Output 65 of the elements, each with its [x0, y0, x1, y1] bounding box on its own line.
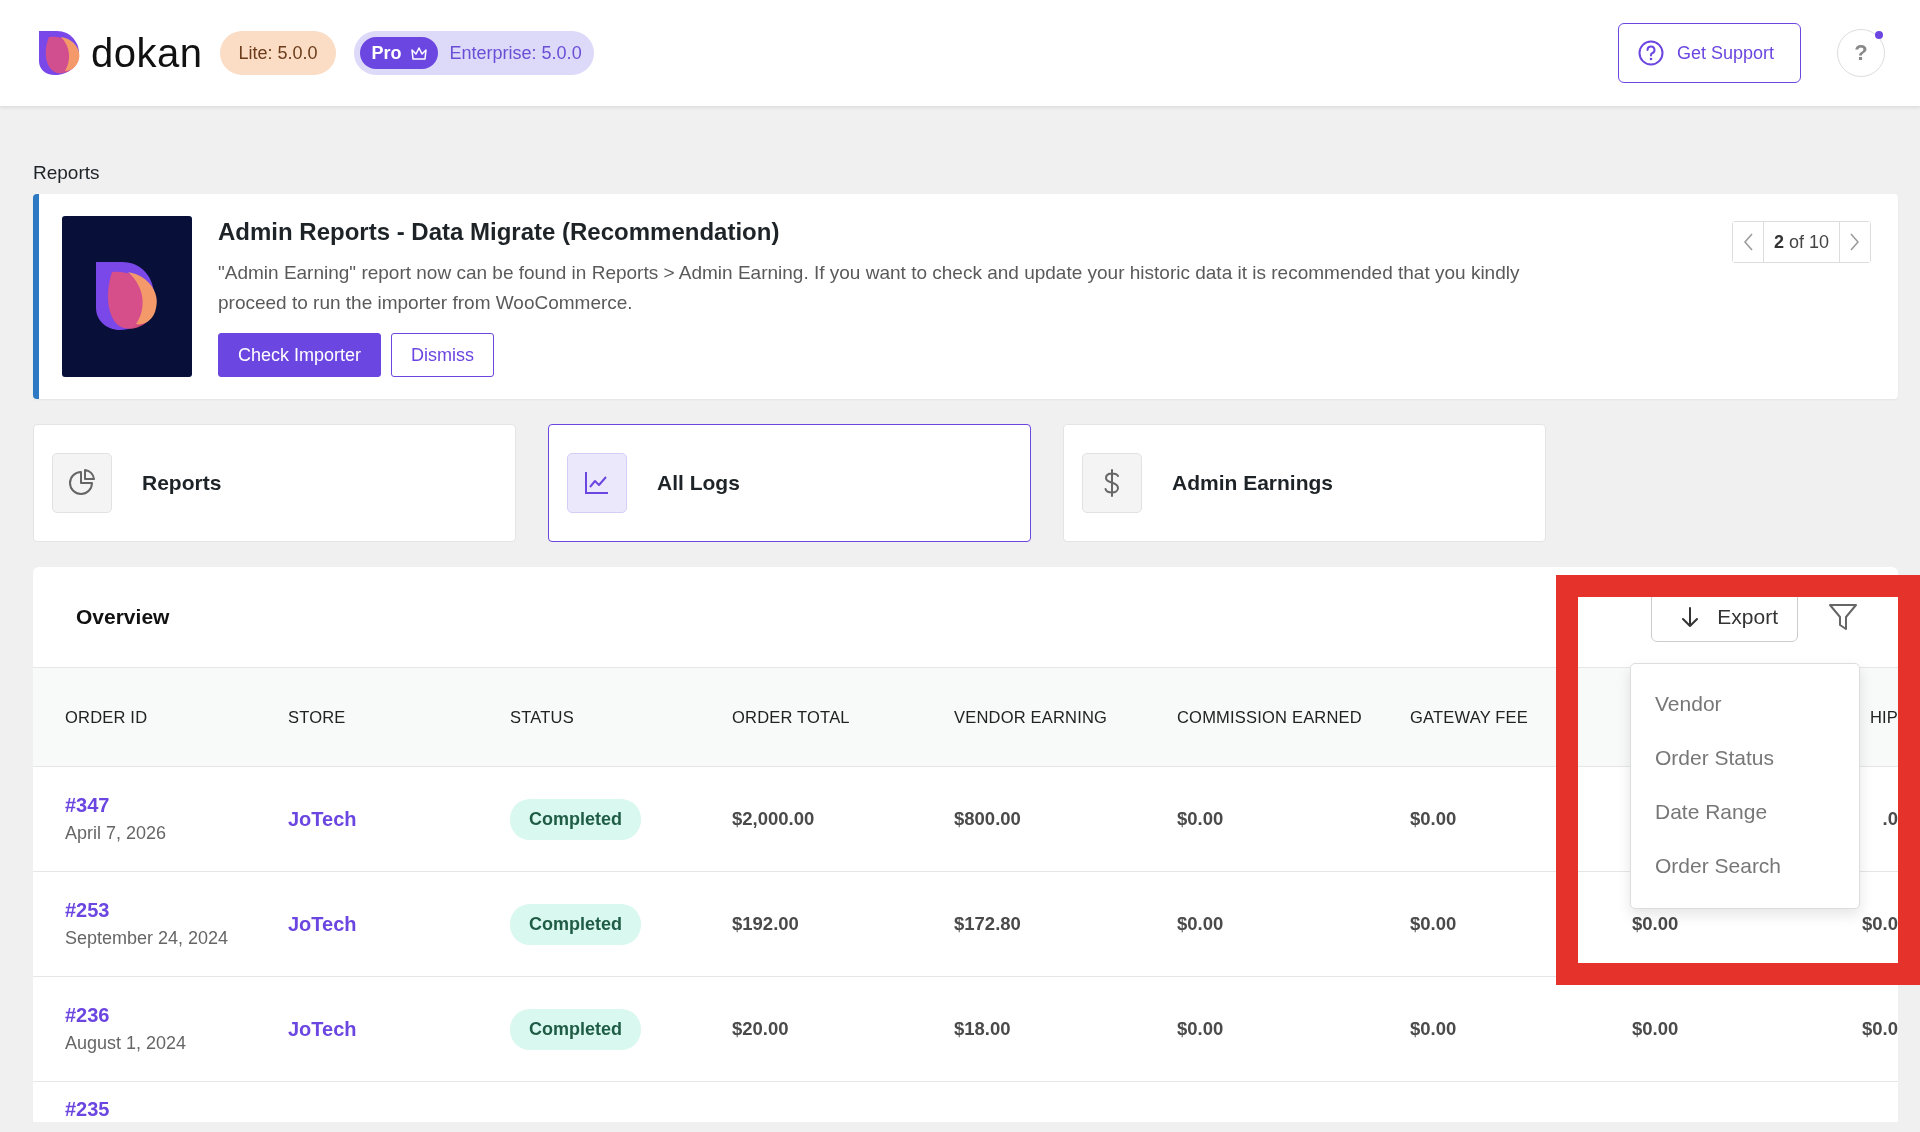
notice-title: Admin Reports - Data Migrate (Recommendation): [218, 218, 781, 246]
table-cell: $0.00: [1410, 913, 1457, 934]
order-date: September 24, 2024: [65, 928, 230, 949]
table-cell: $0.0: [1862, 1018, 1898, 1039]
table-cell: $800.00: [954, 808, 1021, 829]
table-cell: $0.00: [1632, 1018, 1679, 1039]
help-chat-icon: [1636, 39, 1665, 67]
menu-item[interactable]: Order Status: [1631, 732, 1859, 786]
notice-message: "Admin Earning" report now can be found in Reports > Admin Earning. If you want to check and update your historic data it is recommended that you kindly proceed to run the importer from WooCommerce.: [218, 261, 1521, 315]
column-header: GATEWAY FEE: [1410, 707, 1530, 727]
column-header: ORDER TOTAL: [732, 707, 851, 727]
pie-chart-icon: [67, 468, 97, 498]
order-link[interactable]: #347: [65, 794, 288, 817]
filter-icon: [1828, 602, 1858, 632]
table-cell: $192.00: [732, 913, 799, 934]
table-cell: $0.00: [1177, 1018, 1224, 1039]
column-header: VENDOR EARNING: [954, 707, 1109, 727]
edition-label: Enterprise: 5.0.0: [449, 42, 582, 64]
column-header: COMMISSION EARNED: [1177, 707, 1363, 727]
table-cell: $0.00: [1177, 913, 1224, 934]
store-link[interactable]: JoTech: [288, 1017, 357, 1040]
chevron-right-icon: [1849, 232, 1861, 252]
status-badge: Completed: [510, 1008, 641, 1050]
report-tab[interactable]: All Logs: [548, 424, 1031, 542]
table-cell: $0.00: [1632, 913, 1679, 934]
chevron-left-icon: [1741, 232, 1754, 252]
table-cell: $2,000.00: [732, 808, 815, 829]
page-title: Reports: [33, 162, 101, 184]
store-link[interactable]: JoTech: [288, 807, 357, 830]
order-date: August 1, 2024: [65, 1033, 188, 1054]
order-link[interactable]: #253: [65, 899, 288, 922]
table-cell: $0.00: [1177, 808, 1224, 829]
table-cell: .0: [1882, 808, 1898, 829]
table-cell: $0.0: [1862, 913, 1898, 934]
filter-button[interactable]: [1828, 602, 1858, 632]
check-importer-button[interactable]: Check Importer: [218, 333, 382, 377]
column-header: ORDER ID: [65, 707, 149, 727]
column-header: STATUS: [510, 707, 575, 727]
column-header: HIP: [1868, 707, 1898, 727]
order-link[interactable]: #235: [65, 1098, 288, 1121]
menu-item[interactable]: Date Range: [1631, 786, 1859, 840]
store-link[interactable]: JoTech: [288, 912, 357, 935]
crown-icon: [409, 45, 428, 61]
section-title: Overview: [76, 605, 171, 629]
support-button[interactable]: Get Support: [1617, 23, 1801, 83]
order-date: April 7, 2026: [65, 823, 168, 844]
order-link[interactable]: #236: [65, 1004, 288, 1027]
version-badge: Lite: 5.0.0: [220, 31, 336, 75]
menu-item[interactable]: Vendor: [1631, 678, 1859, 732]
report-tab[interactable]: Admin Earnings: [1063, 424, 1546, 542]
logo-text: dokan: [91, 30, 203, 76]
table-cell: $20.00: [732, 1018, 789, 1039]
menu-item[interactable]: Order Search: [1631, 840, 1859, 894]
status-badge: Completed: [510, 903, 641, 945]
table-cell: $0.00: [1410, 1018, 1457, 1039]
arrow-down-icon: [1681, 606, 1700, 628]
column-header: STORE: [288, 707, 347, 727]
report-tab[interactable]: Reports: [33, 424, 516, 542]
table-cell: $0.00: [1410, 808, 1457, 829]
status-badge: Completed: [510, 798, 641, 840]
help-button[interactable]: ?: [1837, 29, 1885, 77]
table-cell: $172.80: [954, 913, 1021, 934]
pro-badge: Pro: [359, 37, 438, 69]
table-cell: $18.00: [954, 1018, 1011, 1039]
dismiss-button[interactable]: Dismiss: [391, 333, 495, 377]
